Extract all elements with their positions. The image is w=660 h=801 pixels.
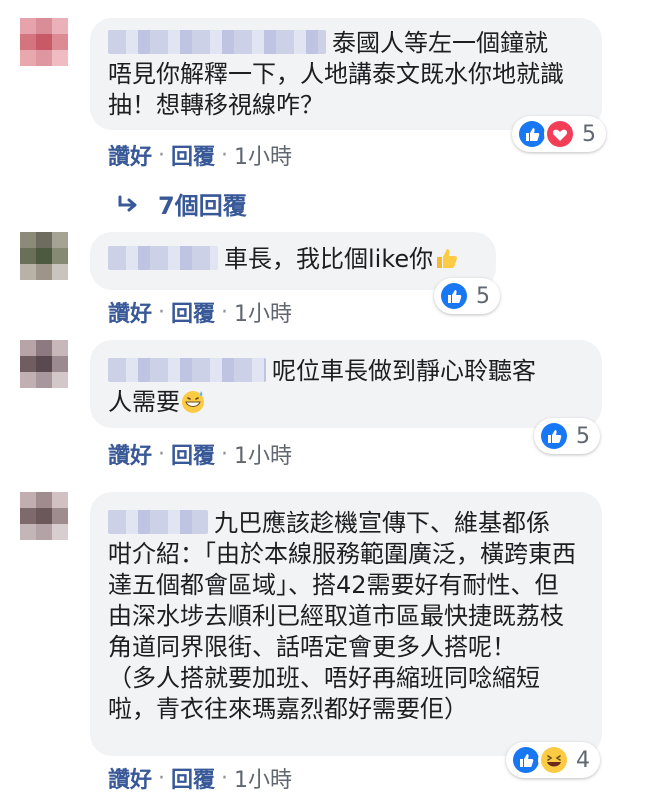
reaction-summary[interactable]: 5 <box>434 278 500 314</box>
replies-label: 7個回覆 <box>158 192 247 220</box>
grinning-sweat-emoji-icon <box>182 391 204 413</box>
separator: · <box>221 142 229 168</box>
thumbs-up-emoji-icon <box>437 249 458 268</box>
comment-text: 九巴應該趁機宣傳下、維基都係 <box>214 509 550 537</box>
reaction-summary[interactable]: 5 <box>512 116 606 152</box>
view-replies-link[interactable]: 7個回覆 <box>118 186 247 221</box>
love-icon <box>544 118 576 150</box>
comment-text: 泰國人等左一個鐘就 <box>332 29 548 57</box>
separator: · <box>158 441 166 467</box>
reaction-summary[interactable]: 4 <box>506 742 600 778</box>
avatar[interactable] <box>20 340 68 388</box>
comment-text-paren: （多人搭就要加班、唔好再縮班同唸縮短啦，青衣往來瑪嘉烈都好需要佢） <box>108 664 540 723</box>
timestamp[interactable]: 1小時 <box>234 762 292 794</box>
like-button[interactable]: 讚好 <box>108 139 152 171</box>
timestamp[interactable]: 1小時 <box>234 296 292 328</box>
separator: · <box>158 299 166 325</box>
like-button[interactable]: 讚好 <box>108 438 152 470</box>
like-icon <box>438 280 470 312</box>
timestamp[interactable]: 1小時 <box>234 139 292 171</box>
reply-button[interactable]: 回覆 <box>171 762 215 794</box>
comment-actions: 讚好 · 回覆 · 1小時 <box>108 762 292 794</box>
comment-text: 人需要 <box>108 388 180 416</box>
commenter-name[interactable] <box>108 246 218 270</box>
comment-text: 咁介紹：「由於本線服務範圍廣泛，橫跨東西達五個都會區域」、搭42需要好有耐性、但… <box>108 540 576 661</box>
comment-text: 車長，我比個like你 <box>224 245 434 273</box>
like-button[interactable]: 讚好 <box>108 296 152 328</box>
separator: · <box>221 765 229 791</box>
reply-button[interactable]: 回覆 <box>171 438 215 470</box>
separator: · <box>221 299 229 325</box>
reaction-summary[interactable]: 5 <box>534 418 600 454</box>
timestamp[interactable]: 1小時 <box>234 438 292 470</box>
commenter-name[interactable] <box>108 510 208 534</box>
comment-actions: 讚好 · 回覆 · 1小時 <box>108 296 292 328</box>
reply-arrow-icon <box>118 195 137 211</box>
commenter-name[interactable] <box>108 30 326 54</box>
separator: · <box>158 142 166 168</box>
reaction-count: 5 <box>582 121 596 147</box>
comment-text: 呢位車長做到靜心聆聽客 <box>272 357 536 385</box>
comment-bubble: 車長，我比個like你 <box>90 232 496 290</box>
comment-bubble: 呢位車長做到靜心聆聽客 人需要 <box>90 340 602 428</box>
avatar[interactable] <box>20 492 68 540</box>
reply-button[interactable]: 回覆 <box>171 296 215 328</box>
separator: · <box>221 441 229 467</box>
separator: · <box>158 765 166 791</box>
comment-bubble: 泰國人等左一個鐘就 唔見你解釋一下，人地講泰文既水你地就識抽！想轉移視線咋？ <box>90 18 602 130</box>
haha-icon <box>538 744 570 776</box>
reaction-count: 5 <box>576 423 590 449</box>
comment-bubble: 九巴應該趁機宣傳下、維基都係 咁介紹：「由於本線服務範圍廣泛，橫跨東西達五個都會… <box>90 492 602 756</box>
like-button[interactable]: 讚好 <box>108 762 152 794</box>
comment-actions: 讚好 · 回覆 · 1小時 <box>108 139 292 171</box>
reaction-count: 4 <box>576 747 590 773</box>
comment-actions: 讚好 · 回覆 · 1小時 <box>108 438 292 470</box>
avatar[interactable] <box>20 18 68 66</box>
avatar[interactable] <box>20 232 68 280</box>
like-icon <box>538 420 570 452</box>
reply-button[interactable]: 回覆 <box>171 139 215 171</box>
commenter-name[interactable] <box>108 358 266 382</box>
reaction-count: 5 <box>476 283 490 309</box>
comment-text: 唔見你解釋一下，人地講泰文既水你地就識抽！想轉移視線咋？ <box>108 60 564 119</box>
